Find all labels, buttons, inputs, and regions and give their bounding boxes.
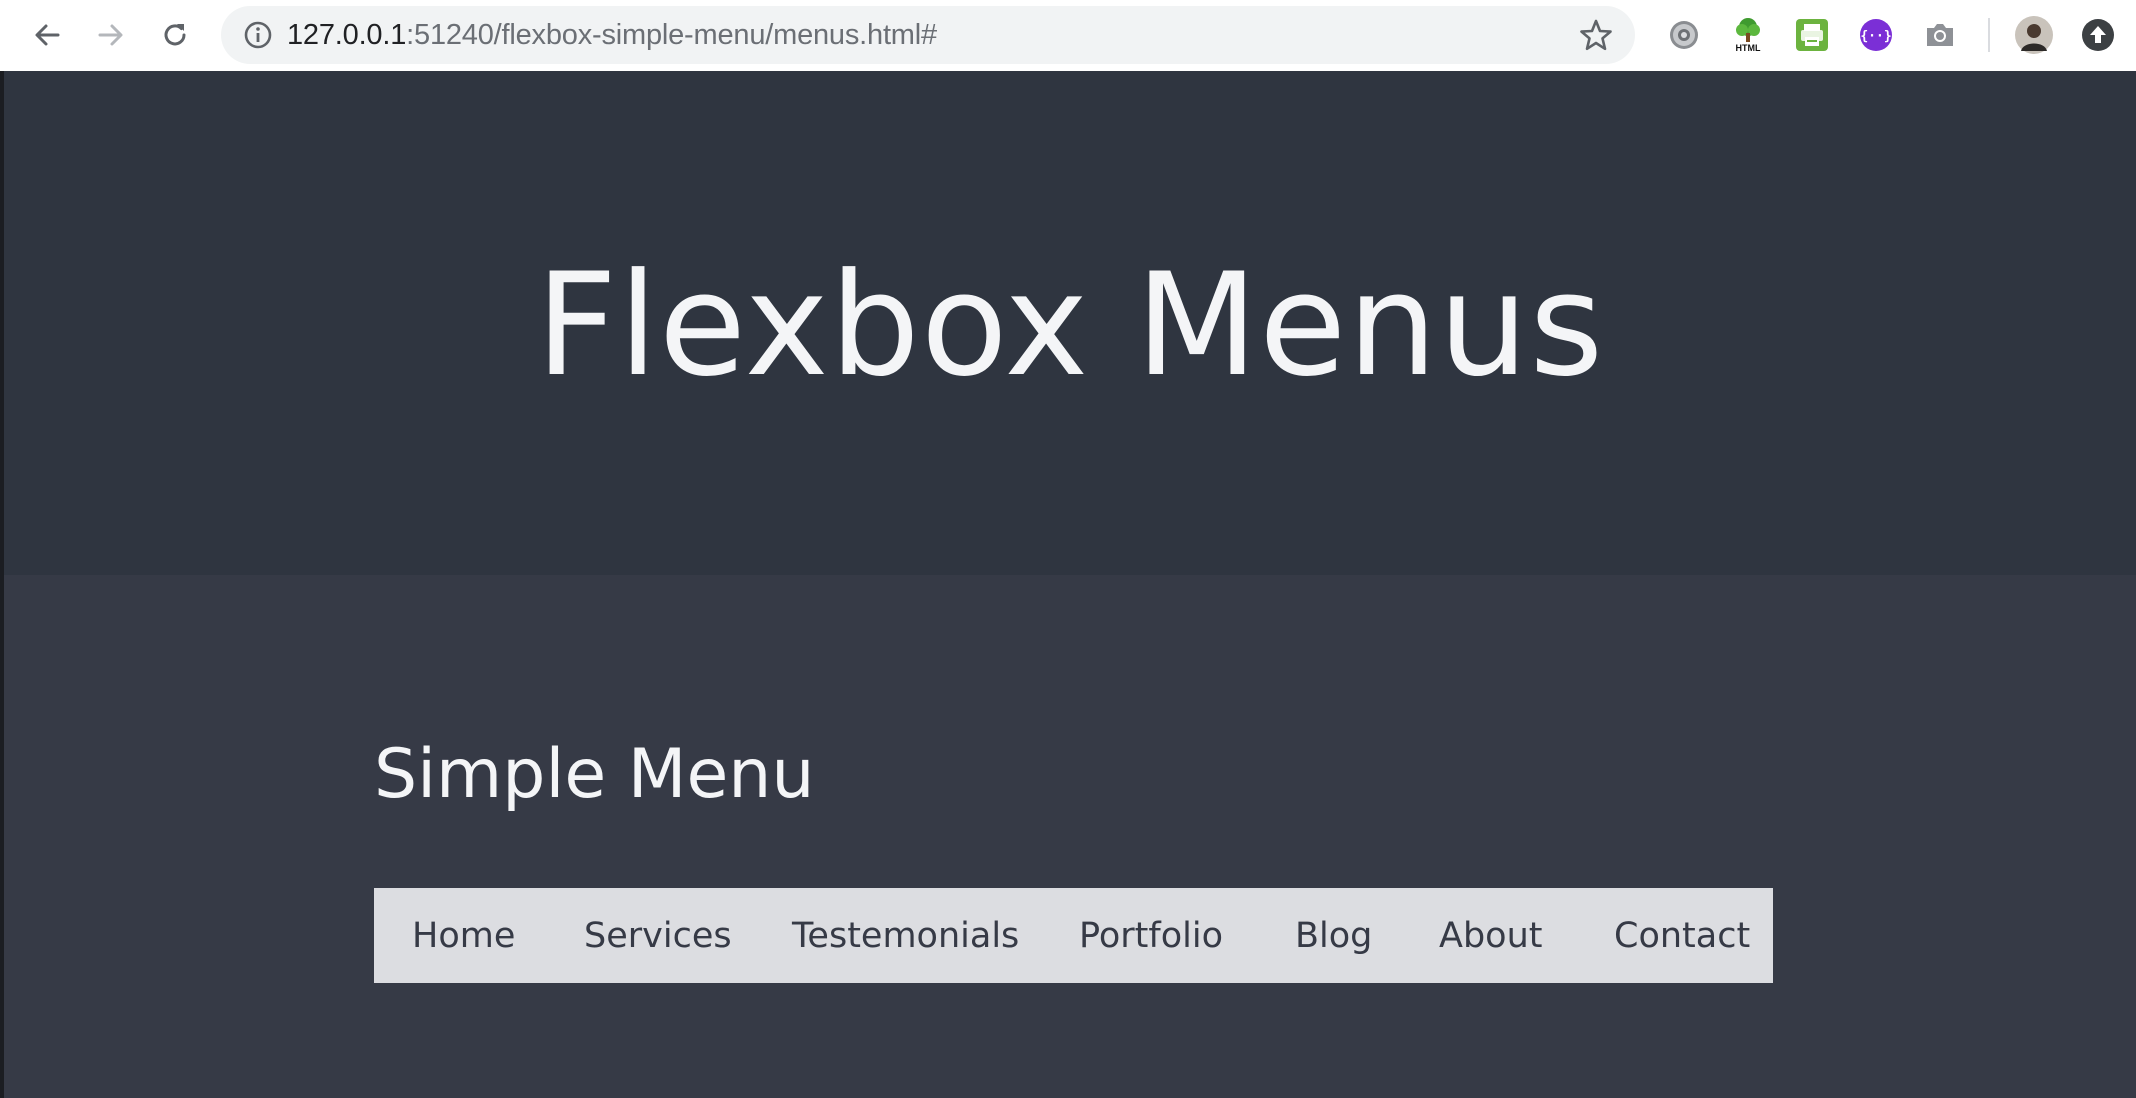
profile-avatar[interactable]: [2013, 14, 2055, 56]
print-icon[interactable]: [1791, 14, 1833, 56]
menu-item-services[interactable]: Services: [584, 915, 732, 957]
simple-menu-section: Simple Menu Home Services Testemonials P…: [4, 575, 2136, 1098]
menu-item-testemonials[interactable]: Testemonials: [792, 915, 1019, 957]
url-host: 127.0.0.1: [287, 19, 407, 51]
reload-button[interactable]: [152, 12, 198, 58]
back-arrow-icon: [35, 24, 60, 46]
simple-menu-nav: Home Services Testemonials Portfolio Blo…: [374, 888, 1773, 983]
hero-section: Flexbox Menus: [4, 71, 2136, 575]
toolbar-divider: [1988, 18, 1990, 52]
browser-toolbar: 127.0.0.1:51240/flexbox-simple-menu/menu…: [0, 0, 2136, 71]
update-upload-icon[interactable]: [2077, 14, 2119, 56]
info-icon[interactable]: [243, 20, 273, 50]
forward-arrow-icon: [98, 24, 123, 46]
url-text[interactable]: 127.0.0.1:51240/flexbox-simple-menu/menu…: [287, 20, 937, 50]
menu-item-portfolio[interactable]: Portfolio: [1079, 915, 1223, 957]
menu-item-about[interactable]: About: [1439, 915, 1542, 957]
url-path: :51240/flexbox-simple-menu/menus.html#: [406, 19, 937, 51]
svg-text:HTML: HTML: [1736, 43, 1761, 53]
bookmark-star-icon[interactable]: [1579, 18, 1613, 52]
bracket-extension-icon[interactable]: {··}: [1855, 14, 1897, 56]
page-title: Flexbox Menus: [535, 243, 1605, 408]
forward-button[interactable]: [88, 12, 134, 58]
svg-text:{··}: {··}: [1860, 29, 1891, 44]
menu-item-blog[interactable]: Blog: [1295, 915, 1372, 957]
address-bar[interactable]: 127.0.0.1:51240/flexbox-simple-menu/menu…: [221, 6, 1635, 64]
back-button[interactable]: [24, 12, 70, 58]
menu-item-contact[interactable]: Contact: [1614, 915, 1750, 957]
settings-gear-icon[interactable]: [1663, 14, 1705, 56]
section-title: Simple Menu: [374, 735, 815, 814]
html-tree-icon[interactable]: HTML: [1727, 14, 1769, 56]
reload-icon: [164, 24, 186, 46]
menu-item-home[interactable]: Home: [412, 915, 515, 957]
camera-icon[interactable]: [1919, 14, 1961, 56]
